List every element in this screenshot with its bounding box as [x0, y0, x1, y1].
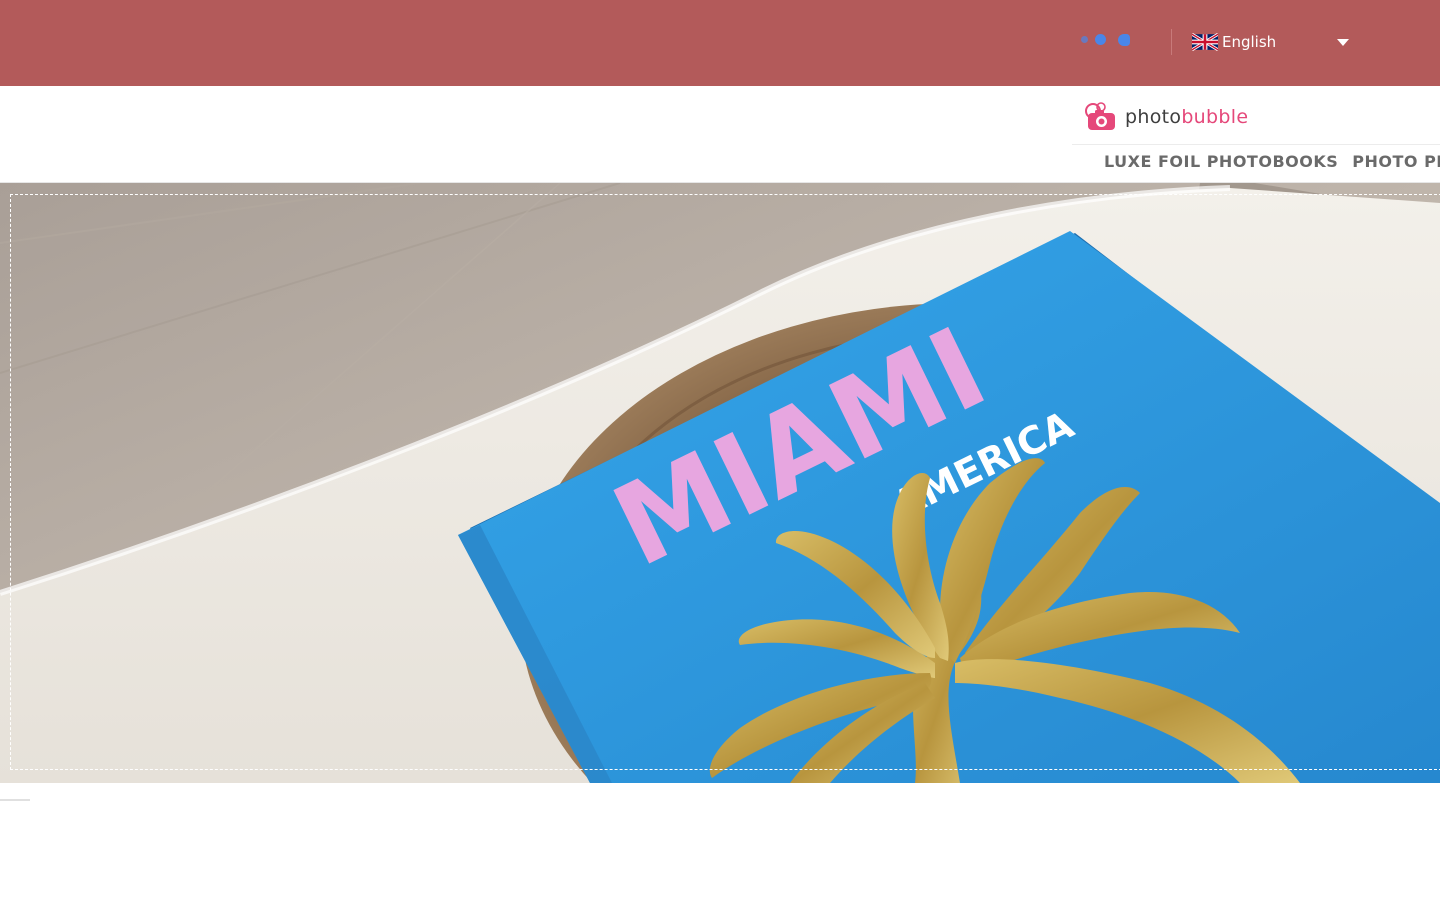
hero-banner[interactable]: MIAMI AMERICA: [0, 183, 1440, 783]
slider-indicator: [0, 799, 30, 801]
nav-item-photo-prints[interactable]: PHOTO PR: [1352, 152, 1440, 171]
caret-down-icon: [1337, 39, 1349, 46]
loading-dots-icon: [1078, 31, 1138, 49]
camera-bubble-icon: [1085, 102, 1115, 130]
nav-divider: [1072, 144, 1440, 145]
nav-item-luxe-foil-photobooks[interactable]: LUXE FOIL PHOTOBOOKS: [1104, 152, 1338, 171]
top-bar-divider: [1171, 29, 1172, 55]
top-bar: English: [0, 0, 1440, 86]
site-logo[interactable]: photobubble: [1084, 102, 1264, 132]
language-label: English: [1222, 33, 1277, 51]
language-selector[interactable]: English: [1192, 30, 1352, 54]
hero-image: MIAMI AMERICA: [0, 183, 1440, 783]
uk-flag-icon: [1192, 33, 1218, 51]
logo-text: photobubble: [1125, 106, 1248, 128]
logo-text-part1: photo: [1125, 106, 1182, 128]
main-nav: LUXE FOIL PHOTOBOOKS PHOTO PR: [1104, 152, 1440, 171]
logo-text-part2: bubble: [1181, 106, 1249, 128]
